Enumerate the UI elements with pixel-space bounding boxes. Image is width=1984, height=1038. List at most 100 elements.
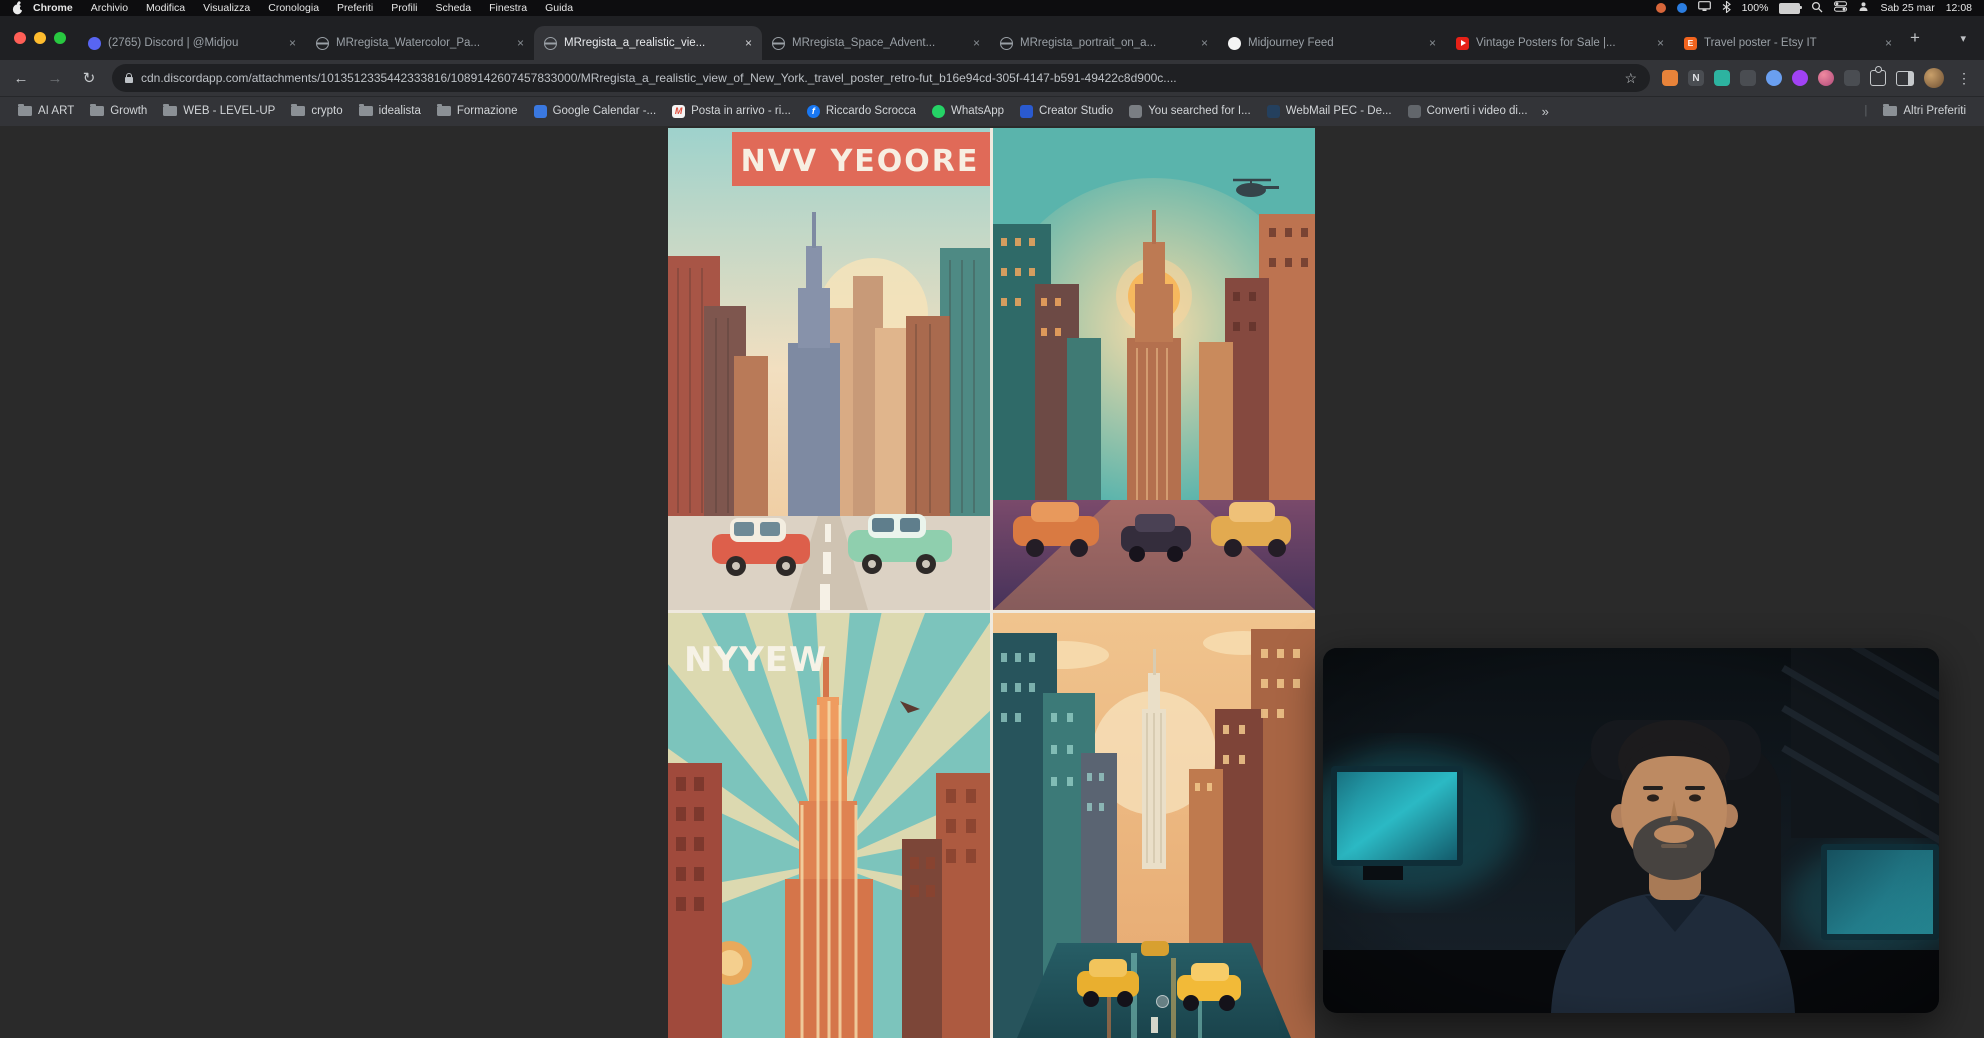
status-app-icon-2[interactable]: [1677, 3, 1687, 13]
bookmark-converti-video[interactable]: Converti i video di...: [1400, 105, 1536, 118]
extension-icon-2[interactable]: [1714, 70, 1730, 86]
control-center-icon[interactable]: [1834, 1, 1847, 15]
folder-icon: [90, 106, 104, 116]
extension-icon-notion[interactable]: N: [1688, 70, 1704, 86]
bookmark-folder-crypto[interactable]: crypto: [283, 105, 350, 117]
forward-button[interactable]: →: [44, 70, 66, 87]
extension-icon-1[interactable]: [1662, 70, 1678, 86]
window-minimize-button[interactable]: [34, 32, 46, 44]
battery-icon: [1779, 3, 1800, 14]
menubar-item-modifica[interactable]: Modifica: [137, 2, 194, 14]
poster-image-top-right[interactable]: [993, 128, 1315, 610]
tab-watercolor[interactable]: MRregista_Watercolor_Pa... ×: [306, 26, 534, 60]
folder-icon: [437, 106, 451, 116]
menubar-item-guida[interactable]: Guida: [536, 2, 582, 14]
tab-vintage-posters[interactable]: Vintage Posters for Sale |... ×: [1446, 26, 1674, 60]
back-button[interactable]: ←: [10, 70, 32, 87]
menubar-item-cronologia[interactable]: Cronologia: [259, 2, 328, 14]
tab-portrait[interactable]: MRregista_portrait_on_a... ×: [990, 26, 1218, 60]
bookmark-creator-studio[interactable]: Creator Studio: [1012, 105, 1121, 118]
menubar-item-scheda[interactable]: Scheda: [427, 2, 481, 14]
extension-icon-keyboard[interactable]: [1740, 70, 1756, 86]
tab-close-icon[interactable]: ×: [1201, 36, 1208, 50]
bookmark-webmail-pec[interactable]: WebMail PEC - De...: [1259, 105, 1400, 118]
tab-discord[interactable]: (2765) Discord | @Midjou ×: [78, 26, 306, 60]
tab-label: MRregista_a_realistic_vie...: [564, 37, 738, 49]
extensions-puzzle-icon[interactable]: [1870, 70, 1886, 86]
creator-studio-favicon-icon: [1020, 105, 1033, 118]
bookmark-label: WEB - LEVEL-UP: [183, 105, 275, 117]
extensions-row: N ⋮: [1662, 68, 1974, 88]
tab-close-icon[interactable]: ×: [517, 36, 524, 50]
menubar-item-finestra[interactable]: Finestra: [480, 2, 536, 14]
menu-kebab-icon[interactable]: ⋮: [1954, 70, 1974, 87]
poster-image-bottom-right[interactable]: [993, 613, 1315, 1038]
bookmark-folder-ai-art[interactable]: AI ART: [10, 105, 82, 117]
side-panel-icon[interactable]: [1896, 71, 1914, 86]
bookmark-you-searched[interactable]: You searched for I...: [1121, 105, 1259, 118]
menubar-item-visualizza[interactable]: Visualizza: [194, 2, 259, 14]
youtube-favicon-icon: [1456, 37, 1469, 50]
midjourney-image-grid[interactable]: NVV YEOORE: [668, 128, 1315, 1038]
menubar-date[interactable]: Sab 25 mar: [1880, 2, 1934, 14]
url-text[interactable]: cdn.discordapp.com/attachments/101351233…: [141, 71, 1616, 85]
bookmarks-overflow-icon[interactable]: »: [1536, 104, 1555, 119]
tab-etsy[interactable]: E Travel poster - Etsy IT ×: [1674, 26, 1902, 60]
poster-title-text: NYYEW: [684, 640, 827, 680]
poster-image-top-left[interactable]: NVV YEOORE: [668, 128, 990, 610]
apple-menu-icon[interactable]: [12, 1, 24, 15]
poster-illustration: NVV YEOORE: [668, 128, 990, 610]
tab-close-icon[interactable]: ×: [289, 36, 296, 50]
status-app-icon-1[interactable]: [1656, 3, 1666, 13]
poster-image-bottom-left[interactable]: NYYEW: [668, 613, 990, 1038]
midjourney-favicon-icon: [1228, 37, 1241, 50]
reload-button[interactable]: ↻: [78, 69, 100, 87]
bookmark-folder-growth[interactable]: Growth: [82, 105, 155, 117]
menubar-item-archivio[interactable]: Archivio: [82, 2, 137, 14]
bluetooth-icon[interactable]: [1722, 1, 1731, 16]
folder-icon: [291, 106, 305, 116]
bookmark-folder-web-level-up[interactable]: WEB - LEVEL-UP: [155, 105, 283, 117]
extension-icon-avatar[interactable]: [1818, 70, 1834, 86]
menubar-item-profili[interactable]: Profili: [382, 2, 426, 14]
window-zoom-button[interactable]: [54, 32, 66, 44]
tab-label: Vintage Posters for Sale |...: [1476, 37, 1650, 49]
extension-icon-4[interactable]: [1792, 70, 1808, 86]
bookmark-whatsapp[interactable]: WhatsApp: [924, 105, 1012, 118]
bookmark-star-icon[interactable]: ☆: [1624, 70, 1637, 87]
window-close-button[interactable]: [14, 32, 26, 44]
bookmark-label: idealista: [379, 105, 421, 117]
menubar-item-chrome[interactable]: Chrome: [24, 2, 82, 14]
tab-close-icon[interactable]: ×: [1885, 36, 1892, 50]
tab-realistic-view-active[interactable]: MRregista_a_realistic_vie... ×: [534, 26, 762, 60]
display-icon[interactable]: [1698, 1, 1711, 15]
browser-toolbar: ← → ↻ cdn.discordapp.com/attachments/101…: [0, 60, 1984, 96]
profile-avatar[interactable]: [1924, 68, 1944, 88]
bookmark-folder-idealista[interactable]: idealista: [351, 105, 429, 117]
extension-icon-3[interactable]: [1766, 70, 1782, 86]
tab-close-icon[interactable]: ×: [1429, 36, 1436, 50]
tab-label: (2765) Discord | @Midjou: [108, 37, 282, 49]
tab-midjourney-feed[interactable]: Midjourney Feed ×: [1218, 26, 1446, 60]
address-bar[interactable]: cdn.discordapp.com/attachments/101351233…: [112, 64, 1650, 92]
bookmark-facebook-profile[interactable]: fRiccardo Scrocca: [799, 105, 924, 118]
menubar-time[interactable]: 12:08: [1946, 2, 1972, 14]
bookmark-altri-preferiti[interactable]: Altri Preferiti: [1875, 105, 1974, 117]
bookmark-folder-formazione[interactable]: Formazione: [429, 105, 526, 117]
tab-search-chevron-icon[interactable]: ▾: [1948, 32, 1978, 45]
bookmark-google-calendar[interactable]: Google Calendar -...: [526, 105, 665, 118]
tab-close-icon[interactable]: ×: [745, 36, 752, 50]
bookmark-label: WebMail PEC - De...: [1286, 105, 1392, 117]
tab-space-adventure[interactable]: MRregista_Space_Advent... ×: [762, 26, 990, 60]
bookmark-gmail-inbox[interactable]: MPosta in arrivo - ri...: [664, 105, 799, 118]
spotlight-search-icon[interactable]: [1811, 1, 1823, 16]
user-account-icon[interactable]: [1858, 1, 1869, 15]
new-tab-button[interactable]: +: [1902, 25, 1928, 51]
menubar-item-preferiti[interactable]: Preferiti: [328, 2, 382, 14]
tab-close-icon[interactable]: ×: [1657, 36, 1664, 50]
tab-close-icon[interactable]: ×: [973, 36, 980, 50]
chrome-tab-strip: (2765) Discord | @Midjou × MRregista_Wat…: [0, 16, 1984, 60]
globe-favicon-icon: [544, 37, 557, 50]
bookmark-label: You searched for I...: [1148, 105, 1251, 117]
extension-grid-icon[interactable]: [1844, 70, 1860, 86]
